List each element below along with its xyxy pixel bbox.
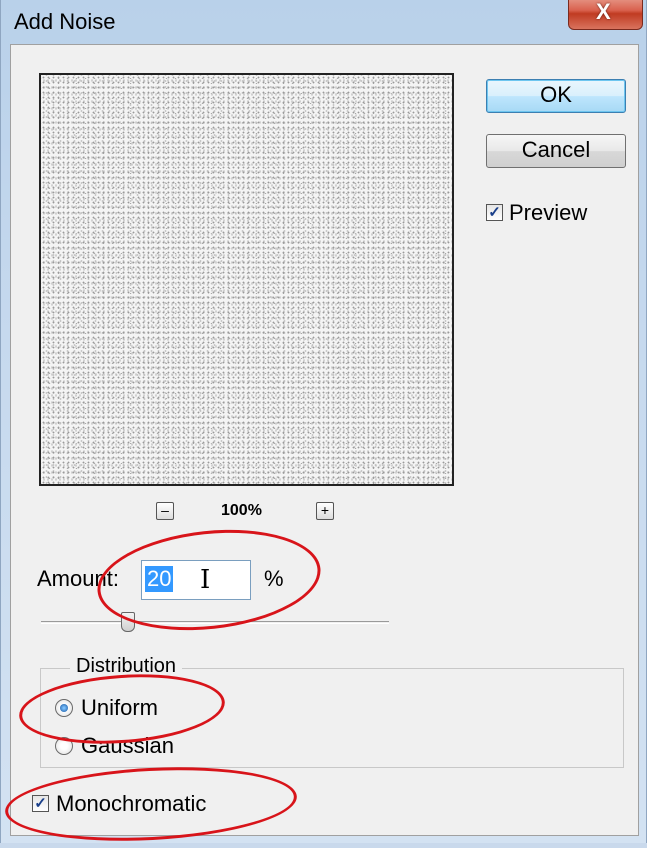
- minus-icon: –: [161, 502, 169, 518]
- preview-checkbox[interactable]: ✓: [486, 204, 503, 221]
- close-icon: X: [596, 0, 611, 24]
- checkmark-icon: ✓: [488, 204, 501, 221]
- ok-button[interactable]: OK: [486, 79, 626, 113]
- close-button[interactable]: X: [568, 0, 643, 30]
- preview-label: Preview: [509, 200, 588, 225]
- window-title: Add Noise: [14, 9, 116, 34]
- zoom-level: 100%: [221, 502, 262, 519]
- zoom-in-button[interactable]: +: [316, 502, 334, 520]
- noise-preview[interactable]: [39, 73, 454, 486]
- cancel-button[interactable]: Cancel: [486, 134, 626, 168]
- dialog-window: Add Noise X – 100% + OK Cancel ✓ Preview…: [0, 0, 647, 848]
- zoom-out-button[interactable]: –: [156, 502, 174, 520]
- plus-icon: +: [320, 502, 330, 518]
